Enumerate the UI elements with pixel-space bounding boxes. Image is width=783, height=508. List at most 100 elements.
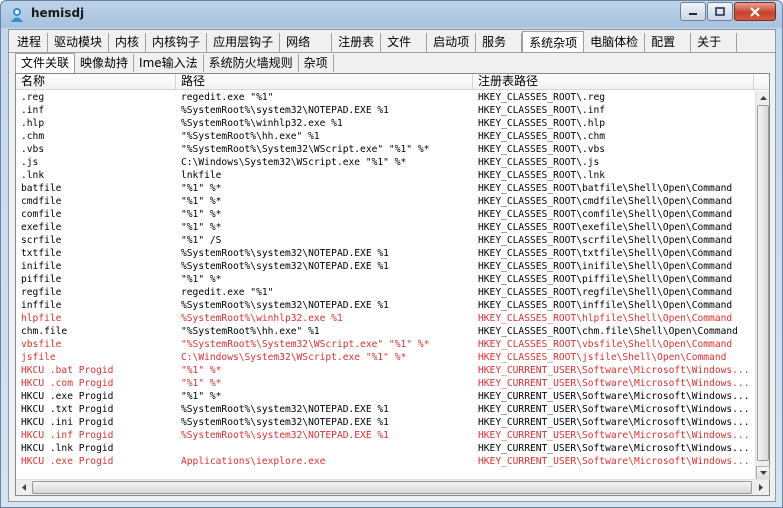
client-area: 进程 驱动模块 内核 内核钩子 应用层钩子 网络 注册表 文件 启动项 服务 系…	[8, 29, 776, 502]
horizontal-scrollbar[interactable]	[16, 479, 769, 495]
tab-process[interactable]: 进程	[11, 33, 49, 52]
table-row[interactable]: .inf %SystemRoot%\system32\NOTEPAD.EXE %1…	[16, 104, 755, 117]
cell-name: hlpfile	[21, 313, 62, 324]
scroll-left-button[interactable]	[16, 480, 32, 495]
file-association-list[interactable]: 名称 路径 注册表路径 .reg regedit.exe "%1" HKEY_CLA…	[15, 73, 770, 496]
cell-registry-path: HKEY_CLASSES_ROOT\piffile\Shell\Open\Com…	[478, 274, 733, 285]
table-row[interactable]: .js C:\Windows\System32\WScript.exe "%1" …	[16, 156, 755, 169]
close-button[interactable]	[734, 2, 776, 21]
tab-startup[interactable]: 启动项	[427, 33, 477, 52]
column-header-registry-path[interactable]: 注册表路径	[473, 74, 754, 90]
cell-registry-path: HKEY_CLASSES_ROOT\exefile\Shell\Open\Com…	[478, 222, 733, 233]
tab-system-misc[interactable]: 系统杂项	[522, 31, 585, 52]
cell-registry-path: HKEY_CLASSES_ROOT\scrfile\Shell\Open\Com…	[478, 235, 733, 246]
table-row[interactable]: HKCU .exe Progid Applications\iexplore.ex…	[16, 455, 755, 468]
cell-path: "%1" %*	[181, 209, 222, 220]
column-header-path[interactable]: 路径	[176, 74, 473, 90]
vertical-scroll-thumb[interactable]	[757, 105, 769, 461]
table-row[interactable]: jsfile C:\Windows\System32\WScript.exe "%…	[16, 351, 755, 364]
tab-network[interactable]: 网络	[280, 33, 333, 52]
table-row[interactable]: HKCU .inf Progid %SystemRoot%\system32\NO…	[16, 429, 755, 442]
cell-registry-path: HKEY_CLASSES_ROOT\.hlp	[478, 118, 606, 129]
cell-name: .lnk	[21, 170, 45, 181]
cell-path: %SystemRoot%\winhlp32.exe %1	[181, 313, 343, 324]
table-row[interactable]: exefile "%1" %* HKEY_CLASSES_ROOT\exefile\…	[16, 221, 755, 234]
table-row[interactable]: comfile "%1" %* HKEY_CLASSES_ROOT\comfile\…	[16, 208, 755, 221]
table-row[interactable]: HKCU .com Progid "%1" %* HKEY_CURRENT_USER…	[16, 377, 755, 390]
cell-name: .hlp	[21, 118, 45, 129]
cell-name: batfile	[21, 183, 62, 194]
table-row[interactable]: .vbs "%SystemRoot%\System32\WScript.exe" …	[16, 143, 755, 156]
title-bar[interactable]: hemisdj	[1, 1, 782, 29]
table-row[interactable]: txtfile %SystemRoot%\system32\NOTEPAD.EXE…	[16, 247, 755, 260]
cell-registry-path: HKEY_CLASSES_ROOT\jsfile\Shell\Open\Comm…	[478, 352, 727, 363]
vertical-scrollbar[interactable]	[755, 91, 770, 480]
cell-registry-path: HKEY_CLASSES_ROOT\batfile\Shell\Open\Com…	[478, 183, 733, 194]
tab-about[interactable]: 关于	[691, 33, 738, 52]
cell-name: HKCU .exe Progid	[21, 456, 114, 467]
tab-registry[interactable]: 注册表	[332, 33, 382, 52]
table-row[interactable]: HKCU .exe Progid "%1" %* HKEY_CURRENT_USER…	[16, 390, 755, 403]
list-header: 名称 路径 注册表路径	[16, 74, 769, 90]
table-row[interactable]: inffile %SystemRoot%\system32\NOTEPAD.EXE…	[16, 299, 755, 312]
table-row[interactable]: .reg regedit.exe "%1" HKEY_CLASSES_ROOT\.r…	[16, 91, 755, 104]
table-row[interactable]: regfile regedit.exe "%1" HKEY_CLASSES_ROOT…	[16, 286, 755, 299]
maximize-button[interactable]	[707, 2, 733, 21]
subtab-misc[interactable]: 杂项	[299, 54, 334, 72]
subtab-image-hijack[interactable]: 映像劫持	[75, 54, 135, 72]
table-row[interactable]: hlpfile %SystemRoot%\winhlp32.exe %1 HKEY_…	[16, 312, 755, 325]
table-row[interactable]: HKCU .txt Progid %SystemRoot%\system32\NO…	[16, 403, 755, 416]
tab-services[interactable]: 服务	[476, 33, 523, 52]
cell-registry-path: HKEY_CLASSES_ROOT\.js	[478, 157, 600, 168]
subtab-firewall-rules[interactable]: 系统防火墙规则	[204, 54, 299, 72]
cell-path: %SystemRoot%\system32\NOTEPAD.EXE %1	[181, 105, 389, 116]
tab-kernel-hooks[interactable]: 内核钩子	[146, 33, 208, 52]
tab-pc-checkup[interactable]: 电脑体检	[584, 33, 646, 52]
scroll-down-button[interactable]	[756, 466, 770, 480]
table-row[interactable]: piffile "%1" %* HKEY_CLASSES_ROOT\piffile\…	[16, 273, 755, 286]
table-row[interactable]: scrfile "%1" /S HKEY_CLASSES_ROOT\scrfile\…	[16, 234, 755, 247]
cell-name: HKCU .com Progid	[21, 378, 114, 389]
table-row[interactable]: HKCU .lnk Progid HKEY_CURRENT_USER\Softwa…	[16, 442, 755, 455]
table-row[interactable]: HKCU .bat Progid "%1" %* HKEY_CURRENT_USER…	[16, 364, 755, 377]
cell-registry-path: HKEY_CLASSES_ROOT\vbsfile\Shell\Open\Com…	[478, 339, 733, 350]
table-row[interactable]: .lnk lnkfile HKEY_CLASSES_ROOT\.lnk	[16, 169, 755, 182]
maximize-icon	[715, 6, 725, 16]
table-row[interactable]: vbsfile "%SystemRoot%\System32\WScript.ex…	[16, 338, 755, 351]
minimize-button[interactable]	[680, 2, 706, 21]
table-row[interactable]: inifile %SystemRoot%\system32\NOTEPAD.EXE…	[16, 260, 755, 273]
table-row[interactable]: batfile "%1" %* HKEY_CLASSES_ROOT\batfile\…	[16, 182, 755, 195]
scroll-right-button[interactable]	[753, 480, 769, 495]
arrow-up-icon	[759, 96, 767, 100]
horizontal-scroll-thumb[interactable]	[32, 481, 752, 494]
tab-kernel[interactable]: 内核	[109, 33, 147, 52]
scroll-up-button[interactable]	[756, 91, 770, 105]
subtab-file-association[interactable]: 文件关联	[15, 53, 76, 73]
table-row[interactable]: .chm "%SystemRoot%\hh.exe" %1 HKEY_CLASSES…	[16, 130, 755, 143]
cell-path: %SystemRoot%\system32\NOTEPAD.EXE %1	[181, 300, 389, 311]
cell-registry-path: HKEY_CLASSES_ROOT\regfile\Shell\Open\Com…	[478, 287, 733, 298]
cell-registry-path: HKEY_CLASSES_ROOT\cmdfile\Shell\Open\Com…	[478, 196, 733, 207]
cell-name: txtfile	[21, 248, 62, 259]
cell-registry-path: HKEY_CURRENT_USER\Software\Microsoft\Win…	[478, 456, 750, 467]
cell-name: .vbs	[21, 144, 45, 155]
cell-registry-path: HKEY_CLASSES_ROOT\hlpfile\Shell\Open\Com…	[478, 313, 733, 324]
tab-app-hooks[interactable]: 应用层钩子	[207, 33, 281, 52]
close-icon	[750, 6, 760, 17]
cell-path: "%1" %*	[181, 391, 222, 402]
tab-files[interactable]: 文件	[381, 33, 428, 52]
subtab-ime[interactable]: Ime输入法	[134, 54, 204, 72]
table-row[interactable]: cmdfile "%1" %* HKEY_CLASSES_ROOT\cmdfile\…	[16, 195, 755, 208]
column-header-name[interactable]: 名称	[16, 74, 176, 90]
cell-name: inffile	[21, 300, 62, 311]
table-row[interactable]: HKCU .ini Progid %SystemRoot%\system32\NO…	[16, 416, 755, 429]
table-row[interactable]: chm.file "%SystemRoot%\hh.exe" %1 HKEY_CLA…	[16, 325, 755, 338]
cell-path: %SystemRoot%\system32\NOTEPAD.EXE %1	[181, 261, 389, 272]
cell-path: "%SystemRoot%\System32\WScript.exe" "%1"…	[181, 339, 430, 350]
cell-registry-path: HKEY_CLASSES_ROOT\.reg	[478, 92, 606, 103]
tab-driver-modules[interactable]: 驱动模块	[48, 33, 110, 52]
tab-config[interactable]: 配置	[645, 33, 692, 52]
table-row[interactable]: .hlp %SystemRoot%\winhlp32.exe %1 HKEY_CLA…	[16, 117, 755, 130]
cell-path: %SystemRoot%\system32\NOTEPAD.EXE %1	[181, 430, 389, 441]
cell-path: %SystemRoot%\system32\NOTEPAD.EXE %1	[181, 404, 389, 415]
